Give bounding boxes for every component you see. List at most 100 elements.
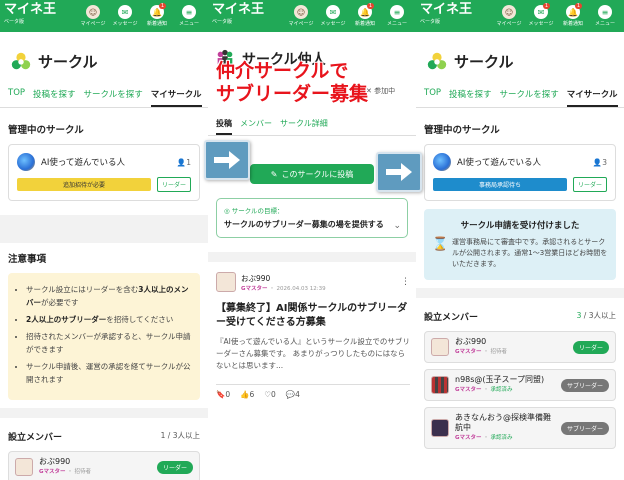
role-badge: サブリーダー <box>560 378 609 392</box>
nav-mypage[interactable]: ☺ マイページ <box>78 5 108 27</box>
avatar <box>15 458 33 476</box>
post-stats: 🔖0 👍6 ♡0 💬4 <box>216 384 410 399</box>
role-badge: サブリーダー <box>560 421 609 435</box>
member-name: n98s@(玉子スープ同盟) <box>455 375 545 384</box>
note-item: 招待されたメンバーが承認すると、サークル申請ができます <box>26 330 192 356</box>
avatar <box>431 419 449 437</box>
member-row[interactable]: あきなんおう@探検準備難航中 Gマスター ・ 承認済み サブリーダー <box>424 407 616 449</box>
hourglass-icon: ⌛ <box>432 237 449 252</box>
info-text: 運営事務局にて審査中です。承認されるとサークルが公開されます。通常1〜3営業日ほ… <box>452 238 608 268</box>
goal-box[interactable]: ◎ サークルの目標： サークルのサブリーダー募集の場を提供する ⌄ <box>216 198 408 238</box>
comment-icon[interactable]: 💬4 <box>286 390 300 399</box>
avatar-icon: ☺ <box>502 5 516 19</box>
tab-top[interactable]: TOP <box>8 88 25 107</box>
nav-message[interactable]: ✉ メッセージ <box>110 5 140 27</box>
site-logo[interactable]: マイネ王 ベータ版 <box>212 3 282 28</box>
circle-avatar <box>433 153 451 171</box>
site-logo[interactable]: マイネ王 ベータ版 <box>4 3 74 28</box>
tab-find-posts[interactable]: 投稿を探す <box>33 88 76 107</box>
member-row[interactable]: おぶ990 Gマスター ・ 招待者 リーダー <box>424 331 616 363</box>
left-panel: マイネ王 ベータ版 ☺ マイページ ✉ メッセージ 🔔 1 新着通知 ≡ メニュー サークル… <box>0 0 208 480</box>
status-badge: 追加招待が必要 <box>17 178 151 191</box>
tab-members[interactable]: メンバー <box>240 118 272 135</box>
managed-circle-card[interactable]: AI使って遊んでいる人 👤1 追加招待が必要 リーダー <box>8 144 200 201</box>
circle-name: AI使って遊んでいる人 <box>41 158 125 168</box>
member-count: 👤1 <box>176 157 191 167</box>
more-icon[interactable]: ⋮ <box>401 277 410 287</box>
goal-text: サークルのサブリーダー募集の場を提供する <box>224 220 384 229</box>
nav-menu[interactable]: ≡ メニュー <box>174 5 204 27</box>
circle-logo-icon <box>11 52 31 70</box>
avatar-icon: ☺ <box>294 5 308 19</box>
circle-avatar <box>17 153 35 171</box>
nav-message[interactable]: ✉ 1 メッセージ <box>526 3 556 27</box>
nav-notify[interactable]: 🔔 1 新着通知 <box>350 3 380 27</box>
nav-menu[interactable]: ≡ メニュー <box>382 5 412 27</box>
avatar-icon: ☺ <box>86 5 100 19</box>
heart-icon[interactable]: ♡0 <box>264 390 276 399</box>
like-icon[interactable]: 👍6 <box>240 390 254 399</box>
tab-my-circle[interactable]: マイサークル <box>566 88 618 107</box>
nav-message[interactable]: ✉ メッセージ <box>318 5 348 27</box>
tab-my-circle[interactable]: マイサークル <box>150 88 202 107</box>
notice-box: サークル設立にはリーダーを含む3人以上のメンバーが必要です 2人以上のサブリーダ… <box>8 273 200 400</box>
nav-notify[interactable]: 🔔 1 新着通知 <box>142 3 172 27</box>
managed-circle-card[interactable]: AI使って遊んでいる人 👤3 事務局承認待ち リーダー <box>424 144 616 201</box>
notify-badge: 1 <box>574 3 582 9</box>
member-row[interactable]: n98s@(玉子スープ同盟) Gマスター ・ 承認済み サブリーダー <box>424 369 616 401</box>
arrow-right-icon <box>376 152 422 192</box>
members-title: 設立メンバー <box>8 433 63 443</box>
tab-find-circles[interactable]: サークルを探す <box>500 88 559 107</box>
tab-top[interactable]: TOP <box>424 88 441 107</box>
avatar <box>431 376 449 394</box>
menu-icon: ≡ <box>182 5 196 19</box>
notice-title: 注意事項 <box>8 254 47 265</box>
tab-find-circles[interactable]: サークルを探す <box>84 88 143 107</box>
avatar <box>431 338 449 356</box>
mail-icon: ✉ <box>326 5 340 19</box>
members-count: 1 / 3人以上 <box>160 431 200 440</box>
role-badge: リーダー <box>156 177 191 192</box>
menu-icon: ≡ <box>598 5 612 19</box>
nav-notify[interactable]: 🔔 1 新着通知 <box>558 3 588 27</box>
circle-logo-icon <box>427 52 447 70</box>
post-to-circle-button[interactable]: ✎ このサークルに投稿 <box>250 164 374 184</box>
page-title: サークル <box>454 52 514 71</box>
status-badge: 事務局承認待ち <box>433 178 567 191</box>
bookmark-icon[interactable]: 🔖0 <box>216 390 230 399</box>
circle-name: AI使って遊んでいる人 <box>457 158 541 168</box>
nav-mypage[interactable]: ☺ マイページ <box>494 5 524 27</box>
managed-title: 管理中のサークル <box>424 125 500 136</box>
page-title: サークル <box>38 52 98 71</box>
member-name: おぶ990 <box>39 457 71 466</box>
role-badge: リーダー <box>156 460 193 474</box>
nav-menu[interactable]: ≡ メニュー <box>590 5 620 27</box>
note-item: サークル設立にはリーダーを含む3人以上のメンバーが必要です <box>26 283 192 309</box>
mail-icon: ✉ <box>118 5 132 19</box>
notify-badge: 1 <box>158 3 166 9</box>
site-logo[interactable]: マイネ王 ベータ版 <box>420 3 490 28</box>
tab-find-posts[interactable]: 投稿を探す <box>449 88 492 107</box>
goal-label: ◎ サークルの目標： <box>224 207 284 215</box>
screenshot-collage: マイネ王 ベータ版 ☺ マイページ ✉ メッセージ 🔔 1 新着通知 ≡ メニュー サークル… <box>0 0 624 480</box>
member-count: 👤3 <box>592 157 607 167</box>
right-panel: マイネ王 ベータ版 ☺ マイページ ✉ 1 メッセージ 🔔 1 新着通知 ≡ メニュー サーク… <box>416 0 624 480</box>
managed-title: 管理中のサークル <box>8 125 84 136</box>
post-body: 『AI使って遊んでいる人』というサークル設立でのサブリーダーさん募集です。 あま… <box>216 337 410 370</box>
note-item: サークル申請後、運営の承認を経てサークルが公開されます <box>26 360 192 386</box>
notify-badge: 1 <box>366 3 374 9</box>
post-title[interactable]: 【募集終了】AI関係サークルのサブリーダー受けてくださる方募集 <box>216 302 410 330</box>
middle-panel: マイネ王 ベータ版 ☺ マイページ ✉ メッセージ 🔔 1 新着通知 ≡ メニュー サークル… <box>208 0 416 480</box>
member-row[interactable]: おぶ990 Gマスター ・ 招待者 リーダー <box>8 451 200 480</box>
post-author: おぶ990 <box>241 273 271 283</box>
tab-details[interactable]: サークル詳細 <box>280 118 328 135</box>
role-badge: リーダー <box>572 177 607 192</box>
nav-mypage[interactable]: ☺ マイページ <box>286 5 316 27</box>
info-title: サークル申請を受け付けました <box>460 221 580 231</box>
post-card[interactable]: おぶ990 Gマスター ・ 2026.04.03 12:39 ⋮ 【募集終了】A… <box>216 272 410 399</box>
tab-posts[interactable]: 投稿 <box>216 118 232 135</box>
top-nav: マイネ王 ベータ版 ☺ マイページ ✉ メッセージ 🔔 1 新着通知 ≡ メニュー <box>208 0 416 32</box>
circle-tabs: TOP 投稿を探す サークルを探す マイサークル <box>0 80 208 108</box>
circle-tabs: TOP 投稿を探す サークルを探す マイサークル <box>416 80 624 108</box>
member-name: あきなんおう@探検準備難航中 <box>455 413 551 432</box>
